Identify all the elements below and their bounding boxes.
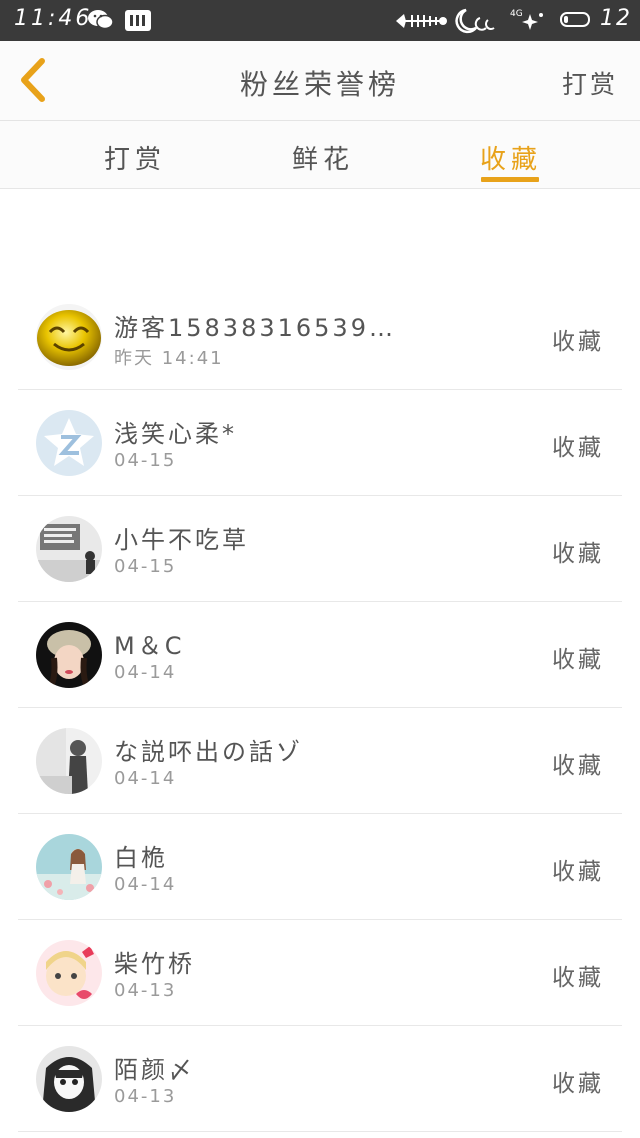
status-bar: 11:46 4G 12 — [0, 0, 640, 41]
avatar — [36, 410, 102, 476]
fan-name: 陌颜〆 — [114, 1056, 195, 1084]
fan-action: 收藏 — [552, 965, 604, 991]
fan-date: 04-15 — [114, 556, 177, 577]
list-item[interactable]: 白桅 04-14 收藏 — [18, 814, 622, 920]
fan-date: 04-14 — [114, 768, 177, 789]
tab-bar: 打赏 鲜花 收藏 — [0, 121, 640, 189]
fan-date: 04-13 — [114, 980, 177, 1001]
fan-date: 04-15 — [114, 450, 177, 471]
avatar — [36, 304, 102, 370]
fan-action: 收藏 — [552, 435, 604, 461]
fishbone-icon — [396, 14, 447, 28]
list-item[interactable]: 游客15838316539… 昨天 14:41 收藏 — [18, 284, 622, 390]
fan-action: 收藏 — [552, 753, 604, 779]
battery-icon — [560, 12, 590, 27]
svg-text:4G: 4G — [510, 9, 523, 19]
tab-flowers[interactable]: 鲜花 — [292, 139, 354, 176]
list-item[interactable]: な説吥出の話ゾ 04-14 收藏 — [18, 708, 622, 814]
avatar — [36, 1046, 102, 1112]
fan-action: 收藏 — [552, 1071, 604, 1097]
reward-button[interactable]: 打赏 — [562, 65, 618, 101]
active-tab-indicator — [481, 177, 539, 182]
status-time: 11:46 — [14, 6, 93, 31]
list-item[interactable]: 浅笑心柔* 04-15 收藏 — [18, 390, 622, 496]
4g-signal-icon: 4G — [504, 9, 543, 33]
fan-action: 收藏 — [552, 859, 604, 885]
fan-name: M＆C — [114, 632, 185, 660]
fan-name: 浅笑心柔* — [114, 420, 237, 448]
list-item[interactable]: 小牛不吃草 04-15 收藏 — [18, 496, 622, 602]
sim-card-icon — [125, 10, 151, 31]
moon-icon — [455, 8, 495, 34]
fan-action: 收藏 — [552, 541, 604, 567]
list-item[interactable]: 陌颜〆 04-13 收藏 — [18, 1026, 622, 1132]
list-item[interactable]: 柴竹桥 04-13 收藏 — [18, 920, 622, 1026]
tab-reward[interactable]: 打赏 — [104, 139, 166, 176]
fan-action: 收藏 — [552, 329, 604, 355]
fan-name: 白桅 — [114, 844, 168, 872]
list-item[interactable]: M＆C 04-14 收藏 — [18, 602, 622, 708]
avatar — [36, 834, 102, 900]
avatar — [36, 728, 102, 794]
fan-name: 游客15838316539… — [114, 314, 396, 342]
fan-date: 04-14 — [114, 662, 177, 683]
wechat-icon — [88, 10, 114, 30]
fan-list: 游客15838316539… 昨天 14:41 收藏 浅笑心柔* 04-15 收… — [18, 284, 622, 1132]
tab-favorites[interactable]: 收藏 — [480, 139, 542, 176]
fan-name: な説吥出の話ゾ — [114, 738, 303, 766]
avatar — [36, 516, 102, 582]
fan-date: 04-14 — [114, 874, 177, 895]
fan-action: 收藏 — [552, 647, 604, 673]
avatar — [36, 622, 102, 688]
fan-date: 04-13 — [114, 1086, 177, 1107]
page-title: 粉丝荣誉榜 — [239, 68, 400, 101]
fan-name: 柴竹桥 — [114, 950, 195, 978]
app-header: 粉丝荣誉榜 打赏 — [0, 41, 640, 121]
fan-name: 小牛不吃草 — [114, 526, 249, 554]
battery-level: 12 — [600, 6, 632, 31]
fan-date: 昨天 14:41 — [114, 348, 224, 369]
avatar — [36, 940, 102, 1006]
